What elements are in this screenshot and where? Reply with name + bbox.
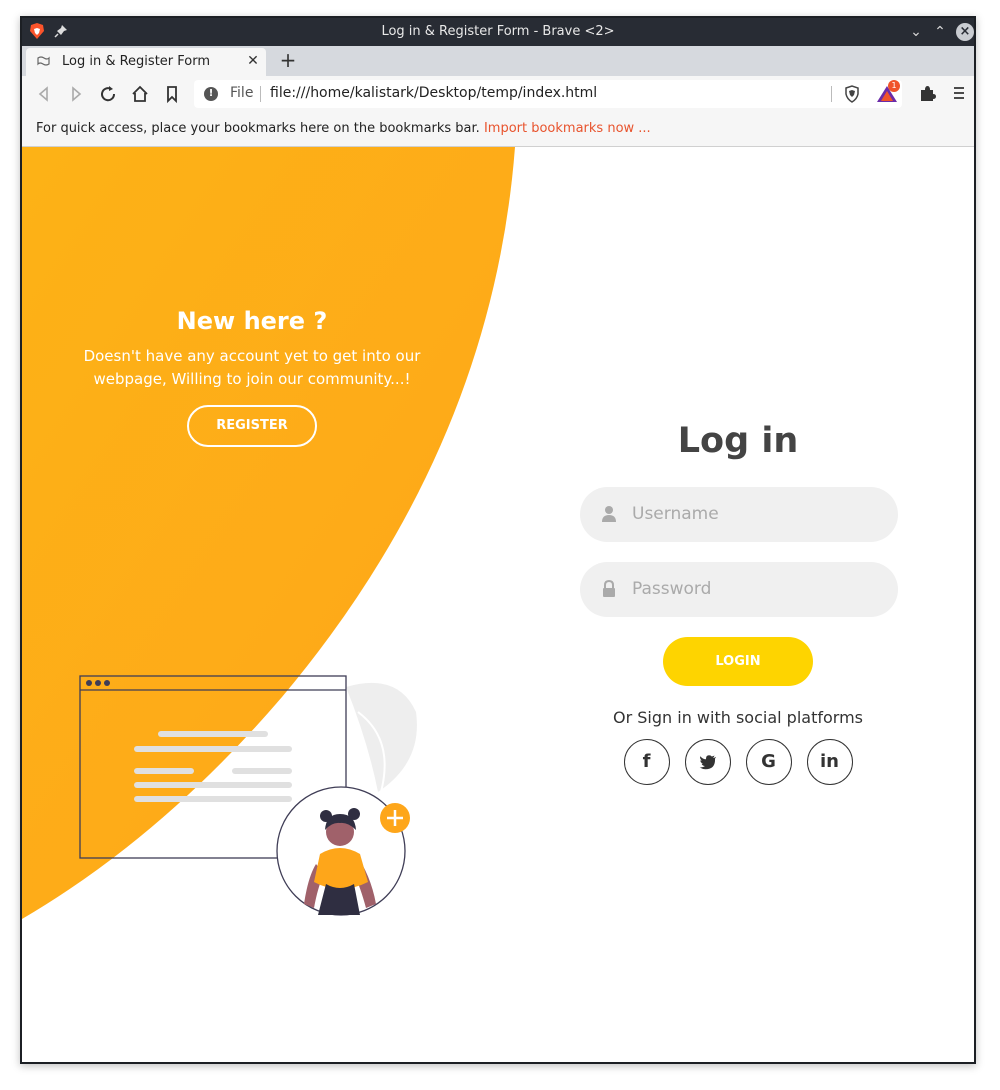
toolbar: ! File file:///home/kalistark/Desktop/te… [22, 76, 974, 112]
password-field[interactable]: Password [580, 562, 898, 617]
username-input[interactable]: Username [632, 504, 719, 524]
import-bookmarks-link[interactable]: Import bookmarks now ... [484, 121, 651, 136]
bookmarks-message: For quick access, place your bookmarks h… [36, 121, 651, 136]
window-title: Log in & Register Form - Brave <2> [381, 24, 615, 39]
url-scheme: File [230, 85, 254, 101]
home-icon[interactable] [128, 82, 152, 106]
close-window-icon[interactable]: × [956, 23, 974, 41]
user-icon [602, 506, 616, 522]
login-title: Log in [677, 421, 799, 461]
login-button[interactable]: LOGIN [663, 637, 813, 686]
back-icon[interactable] [32, 82, 56, 106]
login-form: Log in Username Password LOGIN Or Sign i… [578, 421, 898, 785]
google-icon[interactable]: G [745, 739, 792, 785]
facebook-icon[interactable]: f [623, 739, 670, 785]
page-favicon-icon [37, 56, 50, 66]
panel-text: Doesn't have any account yet to get into… [83, 347, 421, 388]
url-text[interactable]: file:///home/kalistark/Desktop/temp/inde… [270, 85, 597, 101]
browser-window: Log in & Register Form - Brave <2> ⌄ ⌃ ×… [20, 16, 976, 1064]
bookmarks-bar: For quick access, place your bookmarks h… [22, 112, 974, 147]
address-bar[interactable]: ! File file:///home/kalistark/Desktop/te… [194, 80, 902, 108]
panel-heading: New here ? [176, 307, 328, 335]
social-text: Or Sign in with social platforms [613, 708, 863, 727]
title-bar: Log in & Register Form - Brave <2> ⌄ ⌃ × [22, 18, 974, 46]
url-separator-right [831, 86, 832, 102]
password-input[interactable]: Password [632, 579, 711, 599]
tab-close-icon[interactable]: ✕ [244, 52, 262, 70]
site-info-icon[interactable]: ! [204, 87, 218, 101]
register-panel: New here ? Doesn't have any account yet … [62, 307, 442, 447]
linkedin-icon[interactable]: in [806, 739, 853, 785]
tab-strip: Log in & Register Form ✕ + [22, 46, 974, 76]
lock-icon [603, 580, 615, 597]
register-illustration [79, 675, 417, 916]
bookmark-icon[interactable] [160, 82, 184, 106]
minimize-icon[interactable]: ⌄ [906, 22, 926, 42]
username-field[interactable]: Username [580, 487, 898, 542]
twitter-bird-icon [699, 755, 716, 770]
forward-icon[interactable] [64, 82, 88, 106]
brave-shield-icon[interactable] [842, 84, 862, 104]
tab-label: Log in & Register Form [62, 54, 211, 69]
social-icons: f G in [578, 739, 898, 785]
reload-icon[interactable] [96, 82, 120, 106]
menu-icon[interactable] [948, 82, 970, 104]
tab-login-register[interactable]: Log in & Register Form ✕ [26, 48, 266, 76]
rewards-badge: 1 [888, 80, 900, 92]
register-button[interactable]: REGISTER [187, 405, 317, 447]
twitter-icon[interactable] [684, 739, 731, 785]
maximize-icon[interactable]: ⌃ [930, 22, 950, 42]
page-content: New here ? Doesn't have any account yet … [22, 147, 974, 1062]
new-tab-button[interactable]: + [276, 48, 300, 72]
extensions-icon[interactable] [916, 82, 938, 104]
url-separator [260, 86, 261, 102]
